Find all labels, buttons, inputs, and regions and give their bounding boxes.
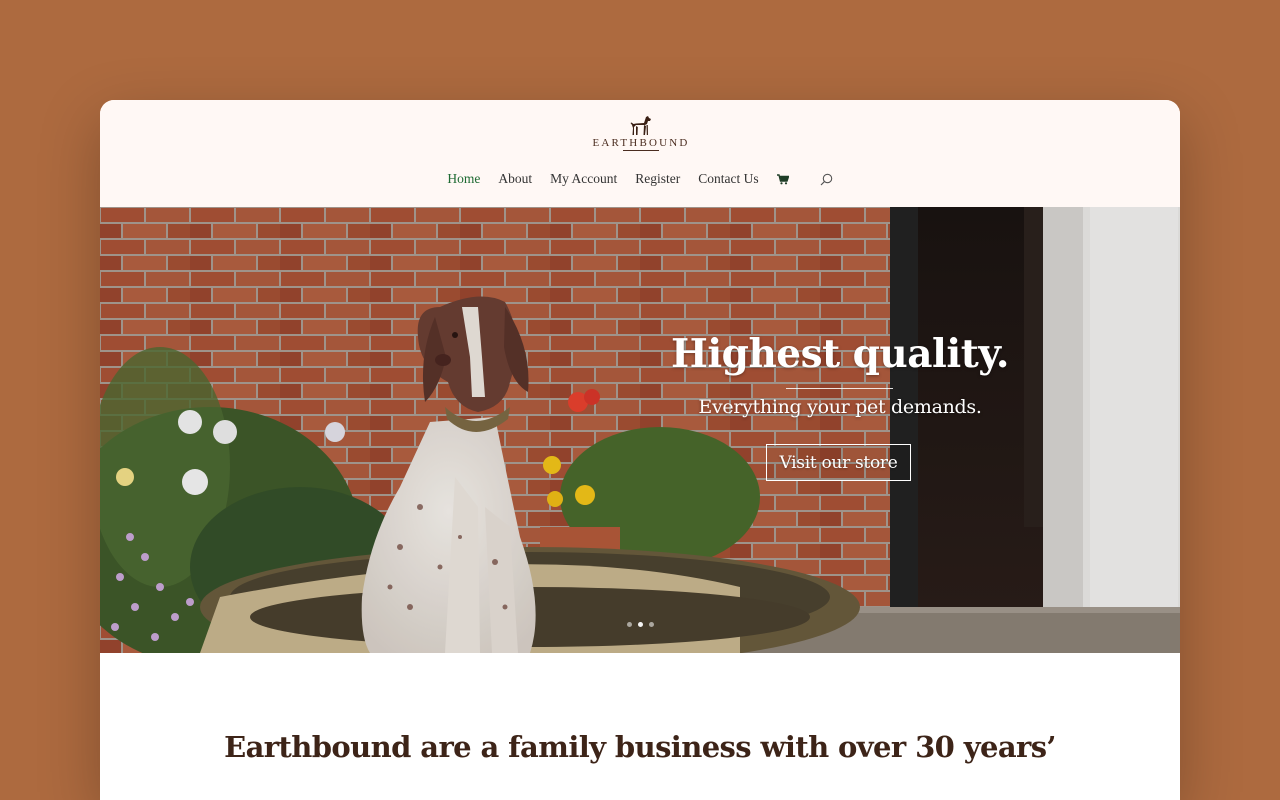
hero-divider bbox=[786, 388, 893, 389]
intro-heading: Earthbound are a family business with ov… bbox=[224, 730, 1056, 764]
nav-my-account[interactable]: My Account bbox=[550, 171, 617, 187]
nav-register[interactable]: Register bbox=[635, 171, 680, 187]
search-icon[interactable] bbox=[820, 173, 833, 186]
visit-store-button[interactable]: Visit our store bbox=[766, 444, 911, 481]
site-logo[interactable]: EARTHBOUND bbox=[588, 116, 694, 158]
dog-icon bbox=[630, 116, 651, 135]
slider-dot-2[interactable] bbox=[638, 622, 643, 627]
nav-about[interactable]: About bbox=[498, 171, 532, 187]
slider-dot-1[interactable] bbox=[627, 622, 632, 627]
browser-frame: EARTHBOUND Home About My Account Registe… bbox=[100, 100, 1180, 800]
site-header: EARTHBOUND Home About My Account Registe… bbox=[100, 100, 1180, 208]
hero-title: Highest quality. bbox=[671, 331, 1009, 377]
nav-contact-us[interactable]: Contact Us bbox=[698, 171, 758, 187]
nav-home[interactable]: Home bbox=[447, 171, 480, 187]
logo-wordmark: EARTHBOUND bbox=[592, 137, 690, 149]
slider-pagination bbox=[624, 622, 657, 627]
hero-image bbox=[100, 207, 1180, 653]
logo-underline bbox=[623, 150, 659, 151]
cart-icon[interactable] bbox=[776, 173, 789, 185]
slider-dot-3[interactable] bbox=[649, 622, 654, 627]
hero-slider: Highest quality. Everything your pet dem… bbox=[100, 207, 1180, 653]
main-navigation: Home About My Account Register Contact U… bbox=[100, 168, 1180, 190]
hero-subtitle: Everything your pet demands. bbox=[698, 396, 982, 418]
